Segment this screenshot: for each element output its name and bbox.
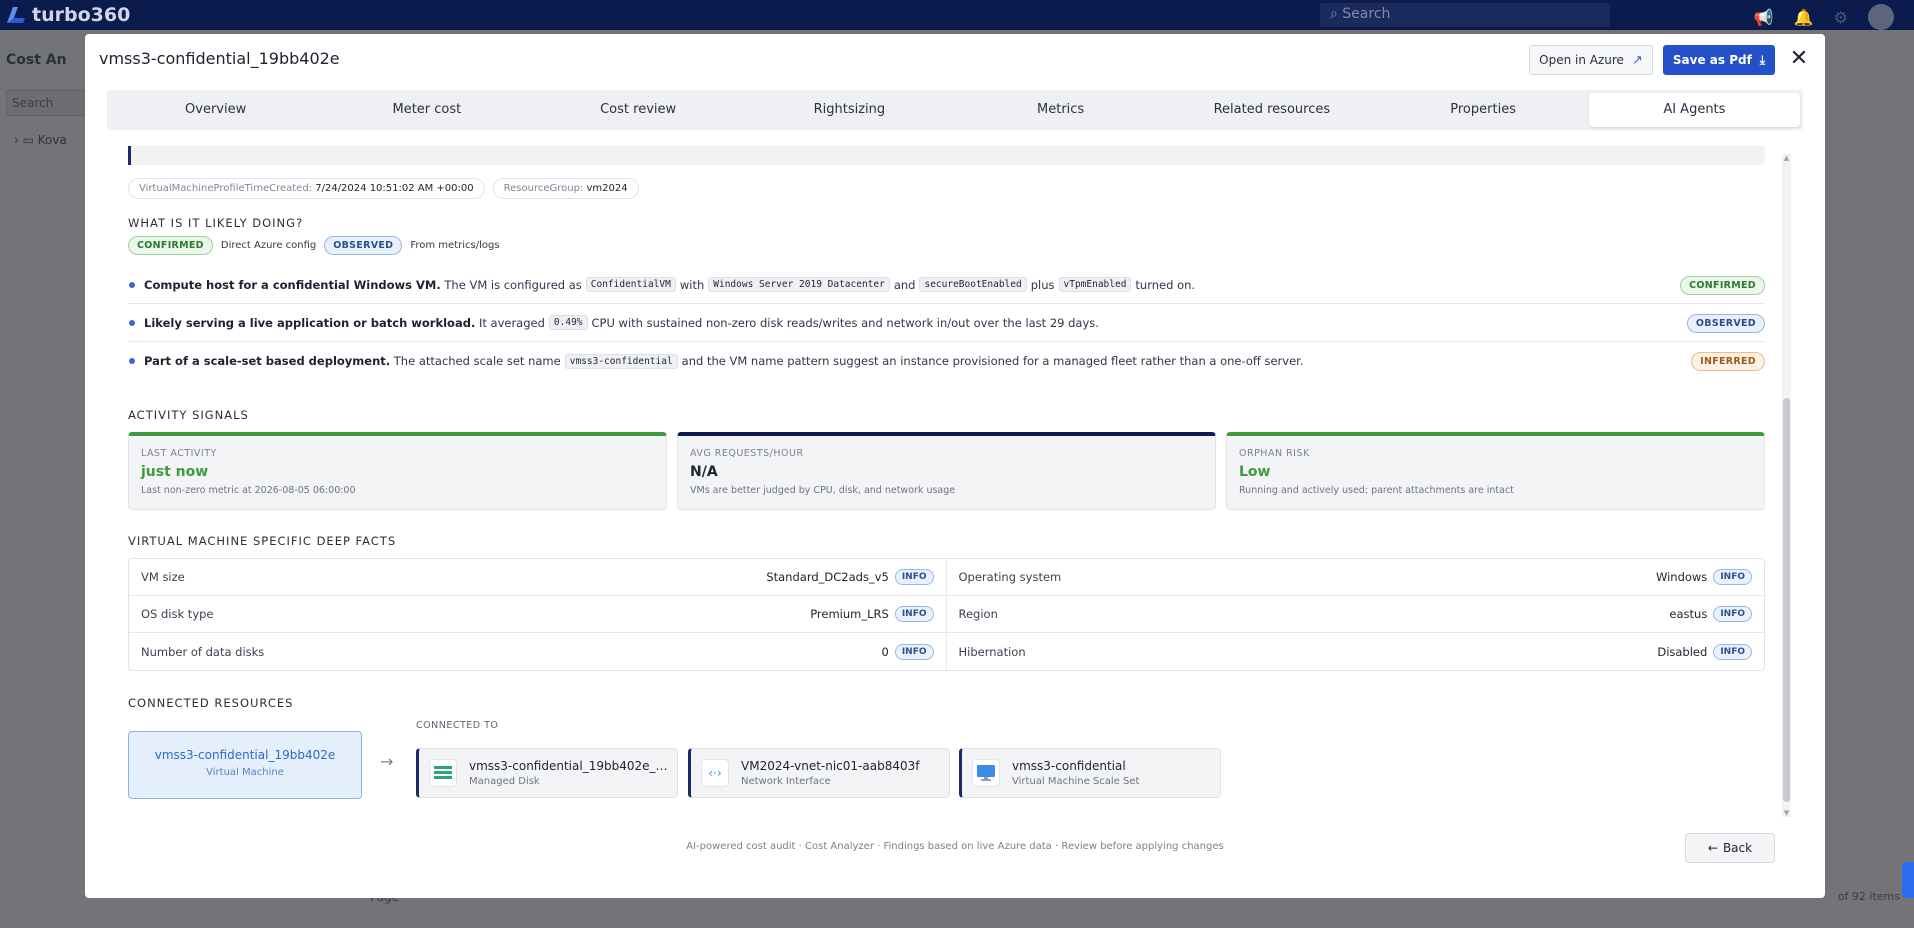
close-button[interactable]: ✕ <box>1787 46 1811 72</box>
modal-title: vmss3-confidential_19bb402e <box>99 49 340 68</box>
fact-vm-size: VM size Standard_DC2ads_v5 INFO <box>129 559 947 596</box>
tab-related-resources[interactable]: Related resources <box>1166 93 1377 127</box>
modal-scroll-area[interactable]: VirtualMachineProfileTimeCreated: 7/24/2… <box>85 146 1790 851</box>
property-chips: VirtualMachineProfileTimeCreated: 7/24/2… <box>128 178 639 199</box>
property-chip: ResourceGroup: vm2024 <box>492 178 639 199</box>
list-item: Likely serving a live application or bat… <box>128 304 1765 342</box>
side-chat-tab[interactable] <box>1902 862 1914 898</box>
info-badge: INFO <box>894 569 934 585</box>
tab-bar: Overview Meter cost Cost review Rightsiz… <box>107 90 1803 130</box>
external-link-icon: ↗ <box>1631 52 1643 68</box>
info-badge: INFO <box>894 643 934 660</box>
signal-card-last-activity: LAST ACTIVITY just now Last non-zero met… <box>128 432 667 510</box>
top-navigation-bar: turbo360 ⌕ Search 📢 🔔 ⚙ <box>0 0 1914 30</box>
connected-resources-heading: CONNECTED RESOURCES <box>128 696 294 710</box>
tab-properties[interactable]: Properties <box>1378 93 1589 127</box>
modal-header: vmss3-confidential_19bb402e Open in Azur… <box>85 34 1825 88</box>
bell-icon[interactable]: 🔔 <box>1794 8 1814 27</box>
logo-mark-icon <box>7 7 29 23</box>
tab-overview[interactable]: Overview <box>110 93 321 127</box>
connected-resource-card[interactable]: vmss3-confidential_19bb402e_OsDiskManage… <box>416 748 678 798</box>
fact-data-disks: Number of data disks 0 INFO <box>129 633 947 670</box>
background-items-count: of 92 items <box>1837 890 1900 903</box>
background-search-input: Search <box>6 90 86 116</box>
inferred-badge: INFERRED <box>1691 352 1765 371</box>
tab-metrics[interactable]: Metrics <box>955 93 1166 127</box>
activity-signals: LAST ACTIVITY just now Last non-zero met… <box>128 432 1765 510</box>
info-badge: INFO <box>1713 569 1752 585</box>
background-page-title: Cost An <box>6 52 67 68</box>
scroll-up-icon[interactable]: ▲ <box>1782 154 1791 162</box>
doing-heading: WHAT IS IT LIKELY DOING? <box>128 216 304 230</box>
legend-text: Direct Azure config <box>220 240 317 251</box>
tab-rightsizing[interactable]: Rightsizing <box>744 93 955 127</box>
observed-badge: OBSERVED <box>1686 314 1765 333</box>
top-icons: 📢 🔔 ⚙ <box>1754 4 1894 30</box>
list-item: Part of a scale-set based deployment. Th… <box>128 342 1765 380</box>
disk-icon <box>429 759 457 787</box>
avatar[interactable] <box>1868 4 1894 30</box>
modal-footer-note: AI-powered cost audit · Cost Analyzer · … <box>686 841 1224 852</box>
arrow-left-icon: ← <box>1707 841 1718 855</box>
download-icon: ⤓ <box>1759 52 1766 67</box>
fact-os-disk-type: OS disk type Premium_LRS INFO <box>129 596 947 633</box>
scroll-down-icon[interactable]: ▼ <box>1782 809 1791 817</box>
vertical-scrollbar[interactable]: ▲ ▼ <box>1782 154 1791 817</box>
confirmed-badge: CONFIRMED <box>128 236 213 255</box>
resource-detail-modal: vmss3-confidential_19bb402e Open in Azur… <box>85 34 1825 898</box>
evidence-legend: CONFIRMED Direct Azure config OBSERVED F… <box>128 236 500 255</box>
info-badge: INFO <box>1713 606 1752 622</box>
connected-resource-card[interactable]: vmss3-confidential Virtual Machine Scale … <box>959 748 1221 798</box>
back-button[interactable]: ← Back <box>1685 833 1775 863</box>
deep-facts-table: VM size Standard_DC2ads_v5 INFO Operating … <box>128 558 1765 671</box>
info-badge: INFO <box>1713 643 1752 660</box>
bullet-icon <box>129 281 135 288</box>
bullet-icon <box>129 319 135 326</box>
legend-text: From metrics/logs <box>410 240 500 251</box>
arrow-right-icon: → <box>380 752 394 771</box>
save-as-pdf-button[interactable]: Save as Pdf ⤓ <box>1663 45 1775 75</box>
announcement-icon[interactable]: 📢 <box>1754 8 1774 27</box>
gear-icon[interactable]: ⚙ <box>1834 8 1848 27</box>
background-tree-item: › ▭ Kova <box>14 133 67 147</box>
summary-banner <box>128 146 1765 165</box>
signal-card-orphan-risk: ORPHAN RISK Low Running and actively use… <box>1226 432 1765 510</box>
observed-badge: OBSERVED <box>324 236 403 255</box>
bullet-icon <box>129 358 135 364</box>
source-resource-card[interactable]: vmss3-confidential_19bb402e Virtual Mach… <box>128 731 362 799</box>
network-interface-icon: ‹·› <box>701 759 729 787</box>
signal-card-avg-requests: AVG REQUESTS/HOUR N/A VMs are better jud… <box>677 432 1216 510</box>
confirmed-badge: CONFIRMED <box>1680 276 1765 295</box>
scrollbar-thumb[interactable] <box>1783 398 1790 802</box>
connected-to-label: CONNECTED TO <box>416 720 499 731</box>
fact-hibernation: Hibernation Disabled INFO <box>947 633 1765 670</box>
tab-cost-review[interactable]: Cost review <box>533 93 744 127</box>
list-item: Compute host for a confidential Windows … <box>128 266 1765 304</box>
property-chip: VirtualMachineProfileTimeCreated: 7/24/2… <box>128 178 485 199</box>
connected-resource-card[interactable]: ‹·› VM2024-vnet-nic01-aab8403f Network In… <box>688 748 950 798</box>
info-badge: INFO <box>894 606 934 622</box>
deep-facts-heading: VIRTUAL MACHINE SPECIFIC DEEP FACTS <box>128 534 397 548</box>
open-in-azure-button[interactable]: Open in Azure ↗ <box>1529 45 1653 75</box>
activity-signals-heading: ACTIVITY SIGNALS <box>128 408 249 422</box>
tab-ai-agents[interactable]: AI Agents <box>1588 93 1800 127</box>
tab-meter-cost[interactable]: Meter cost <box>321 93 532 127</box>
global-search-input[interactable]: ⌕ Search <box>1320 3 1610 27</box>
fact-region: Region eastus INFO <box>946 596 1764 633</box>
doing-list: Compute host for a confidential Windows … <box>128 266 1765 380</box>
scale-set-icon <box>972 759 1000 787</box>
app-logo[interactable]: turbo360 <box>0 4 130 26</box>
fact-operating-system: Operating system Windows INFO <box>946 559 1764 596</box>
